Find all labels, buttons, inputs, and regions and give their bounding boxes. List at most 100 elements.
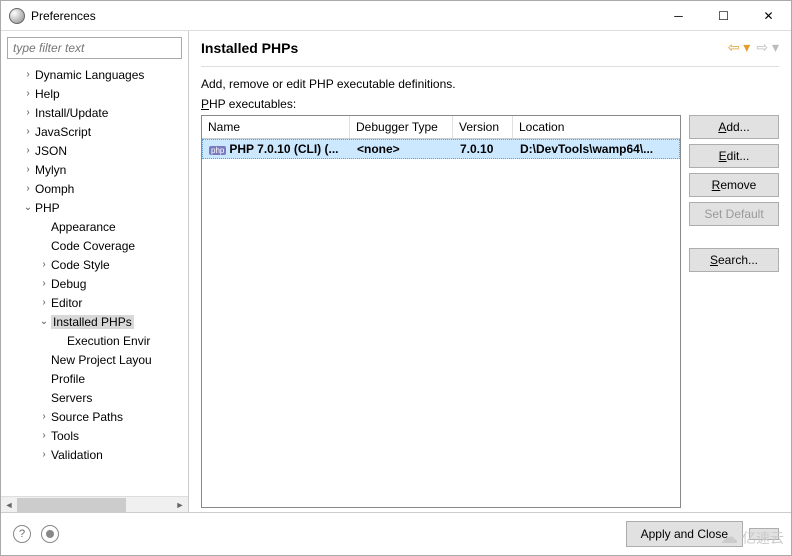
panel-description: Add, remove or edit PHP executable defin… — [201, 77, 779, 91]
chevron-right-icon[interactable]: › — [21, 107, 35, 118]
cell-debugger: <none> — [351, 142, 454, 156]
horizontal-scrollbar[interactable]: ◄ ► — [1, 496, 188, 512]
tree-item-label: Debug — [51, 277, 86, 291]
scroll-thumb[interactable] — [17, 498, 126, 512]
chevron-right-icon[interactable]: › — [37, 278, 51, 289]
edit-button[interactable]: Edit... — [689, 144, 779, 168]
tree-item-label: JSON — [35, 144, 67, 158]
record-icon[interactable] — [41, 525, 59, 543]
tree-item-tools[interactable]: ›Tools — [1, 426, 188, 445]
col-version[interactable]: Version — [453, 116, 513, 138]
tree-item-label: Code Style — [51, 258, 110, 272]
set-default-button: Set Default — [689, 202, 779, 226]
scroll-right-icon[interactable]: ► — [172, 500, 188, 510]
chevron-right-icon[interactable]: › — [37, 430, 51, 441]
chevron-right-icon[interactable]: › — [21, 126, 35, 137]
chevron-right-icon: › — [37, 240, 51, 251]
maximize-button[interactable]: ☐ — [701, 1, 746, 30]
chevron-right-icon[interactable]: › — [21, 88, 35, 99]
apply-close-button[interactable]: Apply and Close — [626, 521, 743, 547]
chevron-right-icon[interactable]: › — [37, 259, 51, 270]
chevron-right-icon: › — [37, 354, 51, 365]
executables-table[interactable]: Name Debugger Type Version Location phpP… — [201, 115, 681, 508]
tree-item-label: JavaScript — [35, 125, 91, 139]
tree-item-code-style[interactable]: ›Code Style — [1, 255, 188, 274]
tree-item-label: Installed PHPs — [51, 315, 134, 329]
tree-item-label: Code Coverage — [51, 239, 135, 253]
chevron-right-icon[interactable]: › — [21, 164, 35, 175]
filter-input[interactable] — [7, 37, 182, 59]
forward-arrow-icon[interactable]: ⇨ ▾ — [756, 39, 779, 56]
executables-label: PHP executables: — [201, 97, 779, 111]
tree-item-label: New Project Layou — [51, 353, 152, 367]
help-icon[interactable]: ? — [13, 525, 31, 543]
tree-item-debug[interactable]: ›Debug — [1, 274, 188, 293]
preferences-window: Preferences ─ ☐ ✕ ›Dynamic Languages›Hel… — [0, 0, 792, 556]
main-panel: Installed PHPs ⇦ ▾ ⇨ ▾ Add, remove or ed… — [189, 31, 791, 512]
tree-item-label: Validation — [51, 448, 103, 462]
chevron-right-icon[interactable]: › — [37, 297, 51, 308]
tree-item-execution-envir[interactable]: ›Execution Envir — [1, 331, 188, 350]
panel-title: Installed PHPs — [201, 40, 298, 56]
cancel-button-cut[interactable] — [749, 528, 779, 540]
tree-item-source-paths[interactable]: ›Source Paths — [1, 407, 188, 426]
titlebar: Preferences ─ ☐ ✕ — [1, 1, 791, 31]
tree-item-mylyn[interactable]: ›Mylyn — [1, 160, 188, 179]
button-column: Add... Edit... Remove Set Default Search… — [689, 115, 779, 508]
cell-name: phpPHP 7.0.10 (CLI) (... — [203, 142, 351, 156]
footer: ? Apply and Close — [1, 512, 791, 555]
tree-item-installed-phps[interactable]: ⌄Installed PHPs — [1, 312, 188, 331]
tree-item-appearance[interactable]: ›Appearance — [1, 217, 188, 236]
tree-item-label: Install/Update — [35, 106, 108, 120]
tree-item-label: Oomph — [35, 182, 74, 196]
tree-item-code-coverage[interactable]: ›Code Coverage — [1, 236, 188, 255]
tree-item-oomph[interactable]: ›Oomph — [1, 179, 188, 198]
tree-item-label: Editor — [51, 296, 82, 310]
remove-button[interactable]: Remove — [689, 173, 779, 197]
tree-item-label: Tools — [51, 429, 79, 443]
chevron-down-icon[interactable]: ⌄ — [37, 316, 51, 327]
tree-item-editor[interactable]: ›Editor — [1, 293, 188, 312]
tree-item-install-update[interactable]: ›Install/Update — [1, 103, 188, 122]
chevron-down-icon[interactable]: ⌄ — [21, 202, 35, 213]
tree-item-validation[interactable]: ›Validation — [1, 445, 188, 464]
tree-item-servers[interactable]: ›Servers — [1, 388, 188, 407]
chevron-right-icon[interactable]: › — [21, 145, 35, 156]
chevron-right-icon[interactable]: › — [21, 183, 35, 194]
tree-item-dynamic-languages[interactable]: ›Dynamic Languages — [1, 65, 188, 84]
tree-item-label: Servers — [51, 391, 92, 405]
tree-item-label: Execution Envir — [67, 334, 150, 348]
php-icon: php — [209, 146, 226, 155]
tree-item-label: Profile — [51, 372, 85, 386]
chevron-right-icon: › — [37, 221, 51, 232]
chevron-right-icon[interactable]: › — [37, 449, 51, 460]
cell-location: D:\DevTools\wamp64\... — [514, 142, 679, 156]
tree-item-profile[interactable]: ›Profile — [1, 369, 188, 388]
close-button[interactable]: ✕ — [746, 1, 791, 30]
category-tree[interactable]: ›Dynamic Languages›Help›Install/Update›J… — [1, 63, 188, 496]
chevron-right-icon: › — [53, 335, 67, 346]
tree-item-php[interactable]: ⌄PHP — [1, 198, 188, 217]
scroll-left-icon[interactable]: ◄ — [1, 500, 17, 510]
add-button[interactable]: Add... — [689, 115, 779, 139]
tree-item-label: Help — [35, 87, 60, 101]
tree-item-new-project-layou[interactable]: ›New Project Layou — [1, 350, 188, 369]
table-row[interactable]: phpPHP 7.0.10 (CLI) (...<none>7.0.10D:\D… — [202, 139, 680, 159]
app-icon — [9, 8, 25, 24]
back-arrow-icon[interactable]: ⇦ ▾ — [728, 39, 751, 56]
tree-item-label: Dynamic Languages — [35, 68, 144, 82]
tree-item-help[interactable]: ›Help — [1, 84, 188, 103]
col-name[interactable]: Name — [202, 116, 350, 138]
chevron-right-icon: › — [37, 392, 51, 403]
chevron-right-icon[interactable]: › — [37, 411, 51, 422]
search-button[interactable]: Search... — [689, 248, 779, 272]
tree-item-label: PHP — [35, 201, 60, 215]
col-location[interactable]: Location — [513, 116, 680, 138]
tree-item-label: Mylyn — [35, 163, 66, 177]
chevron-right-icon: › — [37, 373, 51, 384]
minimize-button[interactable]: ─ — [656, 1, 701, 30]
tree-item-json[interactable]: ›JSON — [1, 141, 188, 160]
col-debugger[interactable]: Debugger Type — [350, 116, 453, 138]
tree-item-javascript[interactable]: ›JavaScript — [1, 122, 188, 141]
chevron-right-icon[interactable]: › — [21, 69, 35, 80]
